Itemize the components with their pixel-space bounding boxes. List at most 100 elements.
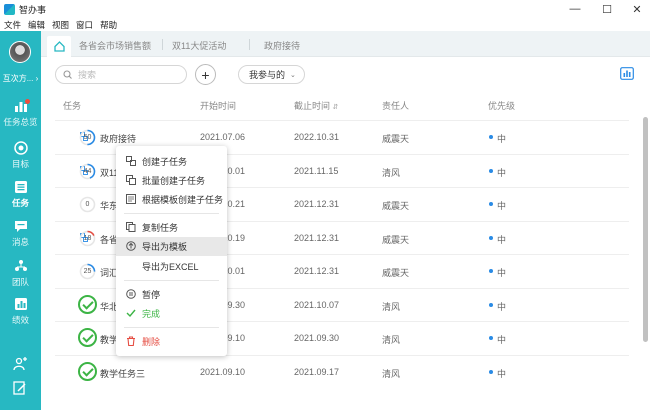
progress-value: 50 <box>83 134 92 141</box>
end-date: 2021.12.31 <box>294 232 340 243</box>
menu-export-excel[interactable]: 导出为EXCEL <box>116 257 227 276</box>
chevron-down-icon: ⌄ <box>290 71 296 79</box>
app-title: 智办事 <box>19 4 47 15</box>
add-user-icon[interactable] <box>13 357 27 371</box>
menu-delete[interactable]: 删除 <box>116 332 227 351</box>
tab-divider <box>249 39 250 50</box>
close-button[interactable]: ✕ <box>622 0 650 18</box>
menu-view[interactable]: 视图 <box>52 19 69 31</box>
sidebar-item-tasks[interactable]: 任务 <box>0 180 41 216</box>
priority-dot <box>489 336 493 340</box>
column-start[interactable]: 开始时间 <box>200 99 236 112</box>
menu-pause[interactable]: 暂停 <box>116 285 227 304</box>
priority[interactable]: 中 <box>497 367 506 380</box>
sidebar-item-team[interactable]: 团队 <box>0 259 41 295</box>
priority-dot <box>489 369 493 374</box>
priority[interactable]: 中 <box>497 199 506 212</box>
end-date: 2021.09.30 <box>294 333 340 343</box>
progress-value: 44 <box>83 167 92 175</box>
message-icon <box>14 221 27 232</box>
list-icon <box>14 181 27 193</box>
team-icon <box>14 260 27 271</box>
menu-batch-create-subtask[interactable]: 批量创建子任务 <box>116 171 227 190</box>
menu-divider <box>124 280 219 281</box>
owner: 清风 <box>382 301 401 312</box>
menu-file[interactable]: 文件 <box>4 19 21 31</box>
menu-divider <box>124 327 219 328</box>
search-box[interactable] <box>55 65 187 84</box>
sidebar-item-messages[interactable]: 消息 <box>0 219 41 255</box>
priority[interactable]: 中 <box>497 233 506 246</box>
sidebar-item-overview[interactable]: 任务总览 <box>0 99 41 135</box>
end-date: 2021.12.31 <box>294 199 340 209</box>
maximize-button[interactable]: ☐ <box>592 0 622 18</box>
priority[interactable]: 中 <box>497 266 506 279</box>
app-logo-icon <box>4 3 15 15</box>
filter-dropdown[interactable]: 我参与的 ⌄ <box>238 65 305 84</box>
export-icon <box>126 241 136 251</box>
column-end[interactable]: 截止时间 ⇵ <box>294 99 338 112</box>
performance-icon <box>14 298 27 310</box>
priority[interactable]: 中 <box>497 300 506 313</box>
subtask-icon <box>126 156 136 166</box>
sidebar-item-performance[interactable]: 绩效 <box>0 297 41 333</box>
tab-strip: 各省会市场销售额 双11大促活动 政府接待 <box>41 31 650 57</box>
menu-edit[interactable]: 编辑 <box>28 19 45 31</box>
edit-icon[interactable] <box>13 381 27 395</box>
sidebar-item-goals[interactable]: 目标 <box>0 141 41 177</box>
end-date: 2021.09.17 <box>294 366 340 377</box>
pause-icon <box>126 289 136 299</box>
sort-icon: ⇵ <box>332 104 339 111</box>
task-name[interactable]: 政府接待 <box>100 132 136 145</box>
chart-view-icon[interactable] <box>620 67 634 80</box>
end-date: 2021.11.15 <box>294 165 339 176</box>
end-date: 2021.12.31 <box>294 266 340 276</box>
table-row[interactable]: 教学任务三 2021.09.10 2021.09.17 清风 中 <box>55 354 629 388</box>
task-name[interactable]: 教学任务三 <box>100 367 145 380</box>
trash-icon <box>127 336 135 346</box>
menu-create-subtask[interactable]: 创建子任务 <box>116 152 227 171</box>
menu-window[interactable]: 窗口 <box>76 19 93 31</box>
add-task-button[interactable]: + <box>195 64 216 85</box>
tab-government[interactable]: 政府接待 <box>264 39 300 52</box>
search-input[interactable] <box>78 69 168 80</box>
priority[interactable]: 中 <box>497 132 506 145</box>
owner: 清风 <box>382 335 401 345</box>
start-date: 2021.07.06 <box>200 132 246 142</box>
tab-double11[interactable]: 双11大促活动 <box>172 39 226 52</box>
menu-template-subtask[interactable]: 根据模板创建子任务 <box>116 190 227 209</box>
copy-icon <box>126 222 136 232</box>
target-icon <box>13 141 28 155</box>
tab-sales[interactable]: 各省会市场销售额 <box>79 39 151 52</box>
progress-value: 0 <box>85 201 90 208</box>
priority-dot <box>489 168 493 173</box>
search-icon <box>63 70 72 79</box>
minimize-button[interactable]: — <box>560 0 590 18</box>
completed-check-icon[interactable] <box>78 294 97 314</box>
priority-dot <box>489 302 493 307</box>
progress-value: 18 <box>83 234 92 242</box>
menu-help[interactable]: 帮助 <box>100 19 117 31</box>
scrollbar[interactable] <box>643 117 648 342</box>
menu-export-template[interactable]: 导出为模板 <box>116 237 227 256</box>
username[interactable]: 互次方... › <box>0 73 41 84</box>
tab-divider <box>162 39 163 50</box>
context-menu: 创建子任务 批量创建子任务 根据模板创建子任务 复制任务 导出为模板 导出为EX… <box>116 146 227 356</box>
title-bar: 智办事 — ☐ ✕ <box>0 0 650 18</box>
tab-home[interactable] <box>47 36 71 57</box>
notification-badge <box>25 99 30 104</box>
completed-check-icon[interactable] <box>78 361 97 381</box>
owner: 清风 <box>382 167 401 178</box>
avatar[interactable] <box>9 41 31 63</box>
column-priority: 优先级 <box>488 101 516 111</box>
end-date: 2022.10.31 <box>294 132 340 142</box>
menu-copy-task[interactable]: 复制任务 <box>116 218 227 237</box>
priority-dot <box>489 202 493 206</box>
check-icon <box>126 309 136 318</box>
owner: 威震天 <box>382 268 410 278</box>
menu-complete[interactable]: 完成 <box>116 304 227 323</box>
completed-check-icon[interactable] <box>78 328 97 347</box>
sidebar: 互次方... › 任务总览 目标 任务 消息 团队 绩效 <box>0 31 41 410</box>
priority[interactable]: 中 <box>497 166 506 179</box>
priority[interactable]: 中 <box>497 333 506 346</box>
